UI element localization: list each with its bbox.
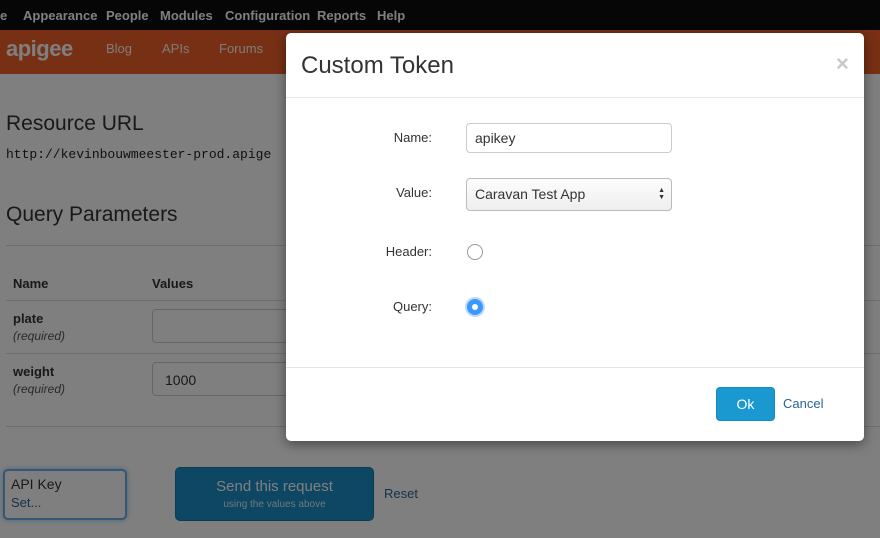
token-value-select[interactable]: Caravan Test App ▲ ▼ xyxy=(466,178,672,211)
modal-header: Custom Token × xyxy=(286,33,864,98)
custom-token-dialog: Custom Token × Name: apikey Value: Carav… xyxy=(286,33,864,441)
query-radio[interactable] xyxy=(467,299,483,315)
header-radio[interactable] xyxy=(467,244,483,260)
header-label: Header: xyxy=(385,244,432,259)
value-label: Value: xyxy=(396,185,432,200)
cancel-link[interactable]: Cancel xyxy=(783,396,823,411)
query-label: Query: xyxy=(392,299,432,314)
close-icon[interactable]: × xyxy=(836,51,849,77)
select-arrows-icon: ▲ ▼ xyxy=(658,187,665,201)
token-value-selected: Caravan Test App xyxy=(475,186,586,202)
ok-button[interactable]: Ok xyxy=(716,387,775,421)
modal-footer: Ok Cancel xyxy=(286,367,864,441)
token-name-input[interactable]: apikey xyxy=(466,123,672,153)
modal-title: Custom Token xyxy=(301,52,454,79)
name-label: Name: xyxy=(393,130,432,145)
